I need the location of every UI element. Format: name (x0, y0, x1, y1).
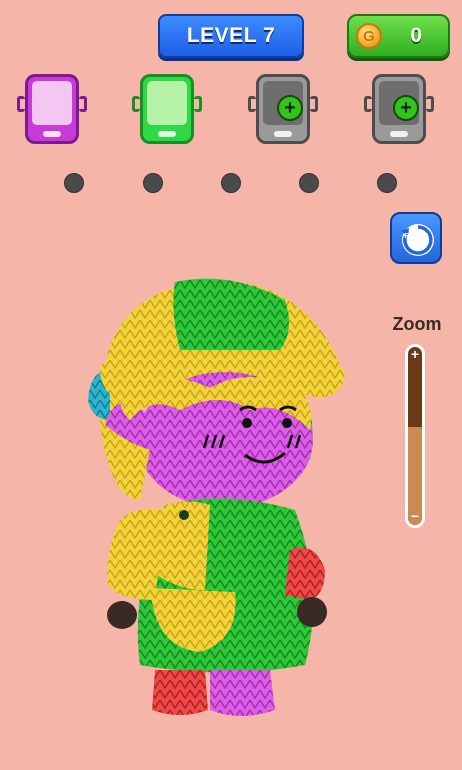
yarn-slot-locked-4[interactable]: + (364, 74, 434, 146)
level-label: LEVEL 7 (186, 24, 276, 47)
knitted-doll[interactable] (80, 270, 360, 730)
yarn-slot-locked-3[interactable]: + (248, 74, 318, 146)
progress-dot (64, 173, 84, 193)
zoom-label: Zoom (392, 314, 442, 334)
plus-icon[interactable]: + (277, 95, 303, 121)
progress-dot (221, 173, 241, 193)
plus-icon[interactable]: + (393, 95, 419, 121)
reset-button[interactable]: RESET (390, 212, 442, 264)
coin-symbol: G (363, 27, 375, 45)
progress-dot (377, 173, 397, 193)
coin-counter[interactable]: G 0 (347, 14, 450, 58)
zoom-plus-icon[interactable]: + (408, 347, 422, 361)
level-badge: LEVEL 7 (158, 14, 304, 58)
coin-icon: G (356, 23, 382, 49)
yarn-slot-purple[interactable] (17, 74, 87, 146)
yarn-slot-green[interactable] (132, 74, 202, 146)
progress-dot (299, 173, 319, 193)
coin-count: 0 (410, 24, 422, 47)
zoom-slider[interactable]: + − (405, 344, 425, 528)
progress-dot (143, 173, 163, 193)
zoom-minus-icon[interactable]: − (408, 509, 422, 523)
reset-arrow-icon (401, 224, 434, 256)
reset-label: RESET (404, 233, 428, 240)
